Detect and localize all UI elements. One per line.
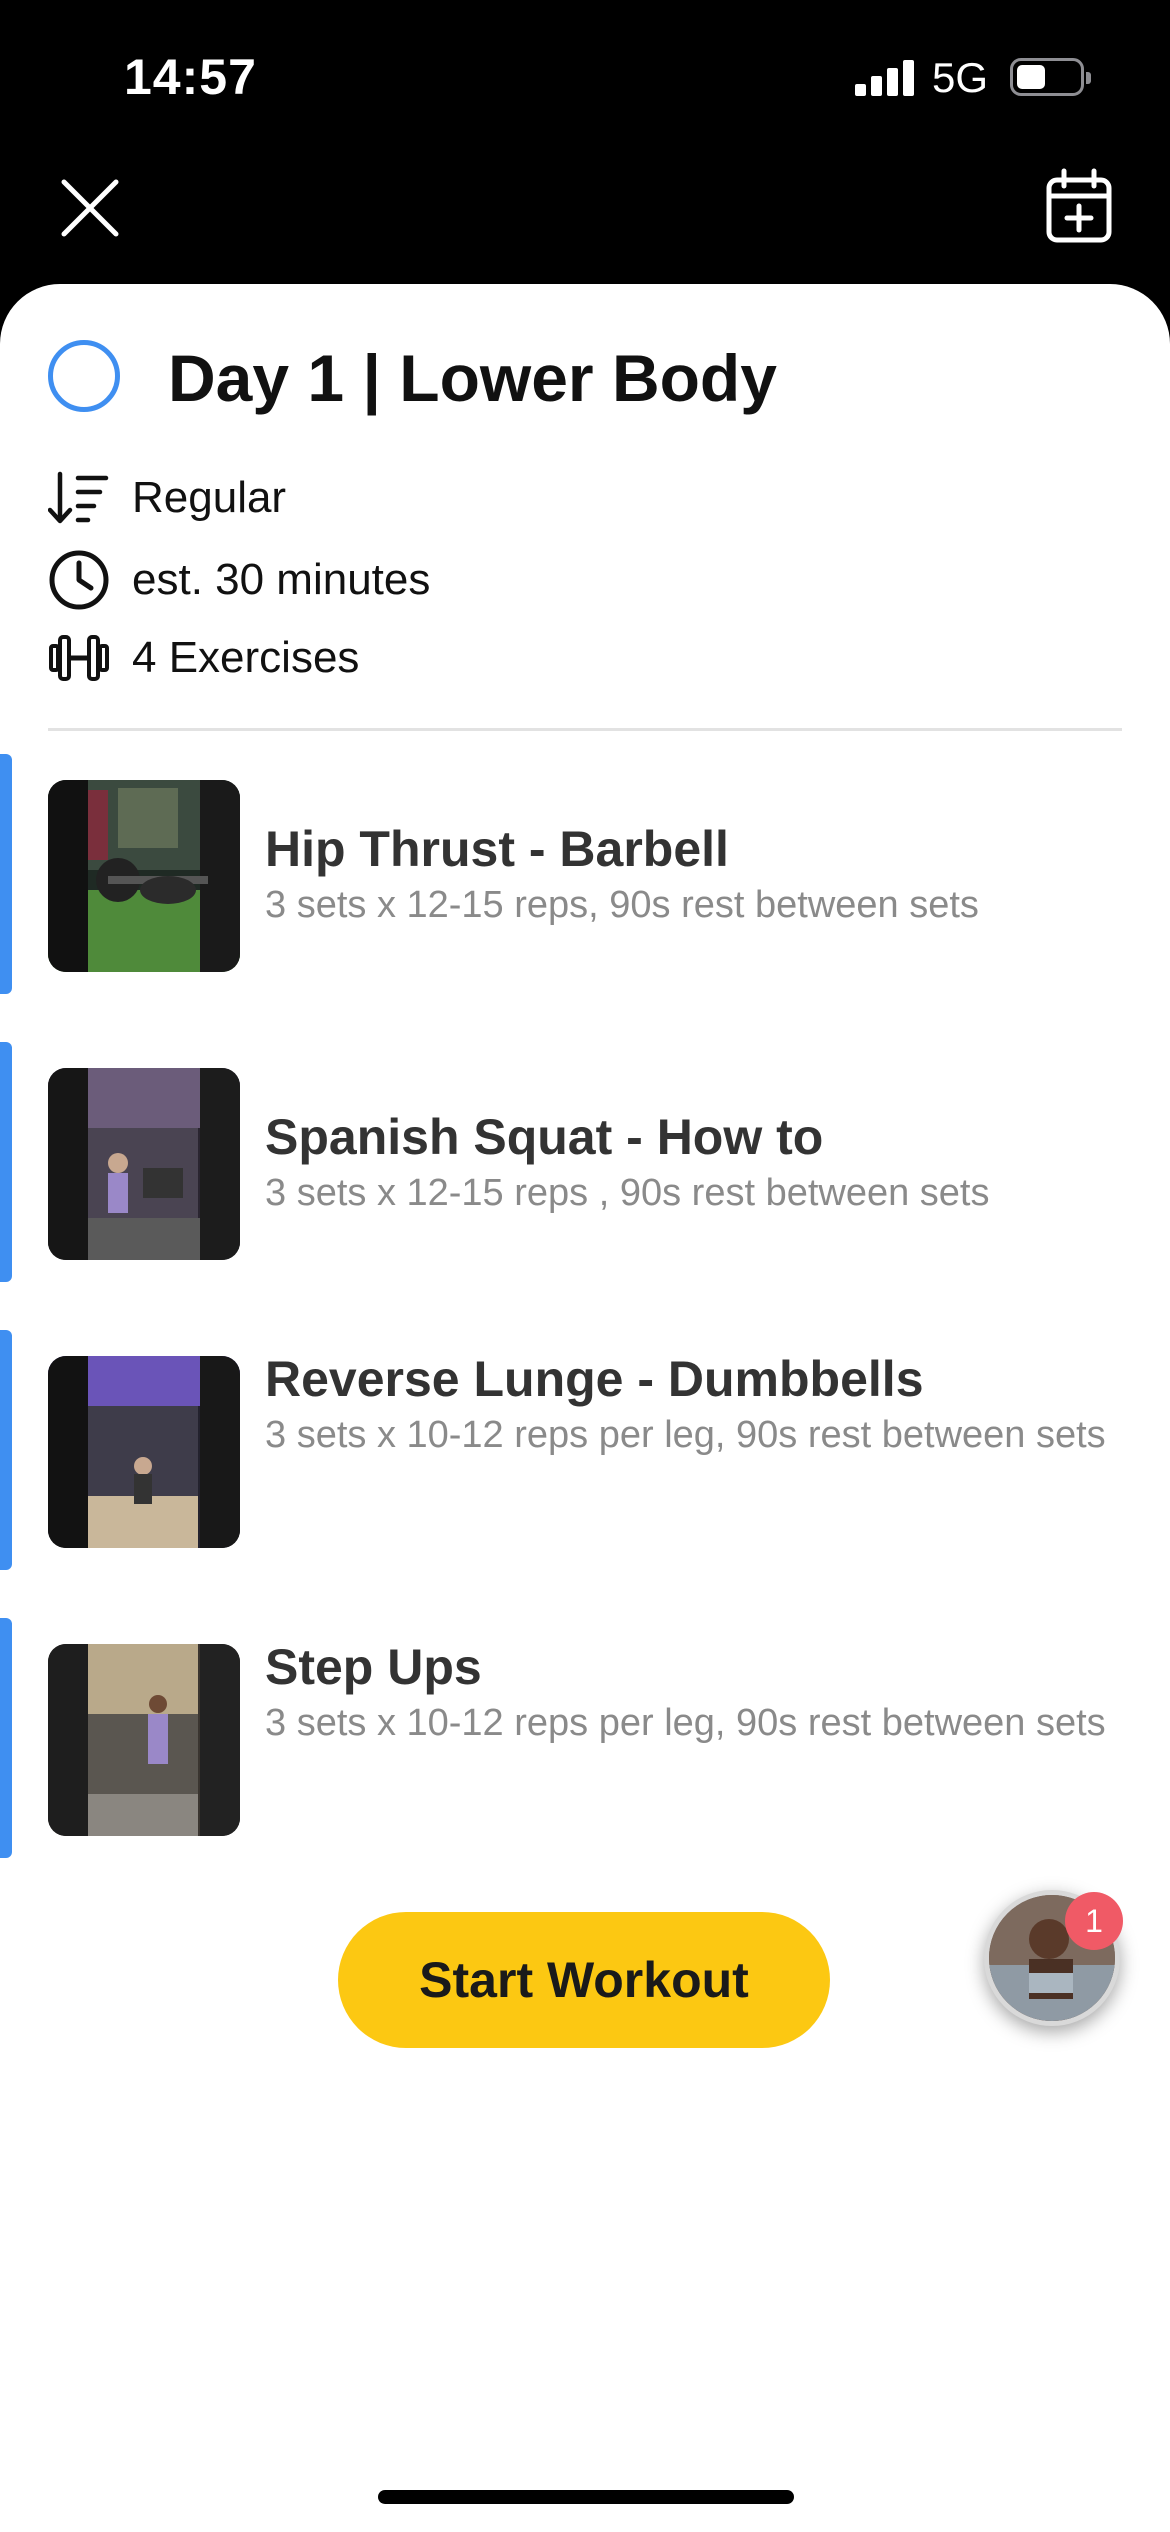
notification-badge: 1 xyxy=(1065,1892,1123,1950)
divider xyxy=(48,728,1122,731)
status-bar: 14:57 5G xyxy=(0,0,1170,150)
exercise-thumbnail xyxy=(48,1068,240,1260)
add-to-calendar-button[interactable] xyxy=(1044,168,1114,246)
home-indicator xyxy=(378,2490,794,2504)
status-time: 14:57 xyxy=(124,49,257,105)
exercise-item-reverse-lunge[interactable]: Reverse Lunge - Dumbbells 3 sets x 10-12… xyxy=(0,1330,1170,1570)
workout-type-row: Regular xyxy=(48,466,286,530)
signal-icon xyxy=(855,60,915,96)
exercise-name: Spanish Squat - How to xyxy=(265,1109,824,1165)
exercise-detail: 3 sets x 10-12 reps per leg, 90s rest be… xyxy=(265,1414,1106,1456)
exercise-name: Step Ups xyxy=(265,1639,482,1695)
dumbbell-icon xyxy=(48,627,110,689)
exercise-thumbnail xyxy=(48,1356,240,1548)
close-button[interactable] xyxy=(58,176,122,240)
network-label: 5G xyxy=(932,54,989,101)
exercise-detail: 3 sets x 12-15 reps , 90s rest between s… xyxy=(265,1172,990,1214)
exercise-accent-bar xyxy=(0,754,12,994)
battery-icon xyxy=(1010,58,1091,96)
sort-down-icon xyxy=(48,467,110,529)
workout-type-label: Regular xyxy=(132,473,287,522)
exercise-detail: 3 sets x 12-15 reps, 90s rest between se… xyxy=(265,884,979,926)
exercise-count-row: 4 Exercises xyxy=(48,626,359,690)
workout-sheet: Day 1 | Lower Body Regular est. 30 minut… xyxy=(0,284,1170,2532)
exercise-item-step-ups[interactable]: Step Ups 3 sets x 10-12 reps per leg, 90… xyxy=(0,1618,1170,1858)
clock-icon xyxy=(48,549,110,611)
exercise-count-label: 4 Exercises xyxy=(132,633,360,682)
exercise-thumbnail xyxy=(48,780,240,972)
exercise-name: Reverse Lunge - Dumbbells xyxy=(265,1351,924,1407)
workout-title: Day 1 | Lower Body xyxy=(168,341,777,415)
exercise-accent-bar xyxy=(0,1618,12,1858)
exercise-thumbnail xyxy=(48,1644,240,1836)
close-icon xyxy=(61,179,119,237)
exercise-item-hip-thrust[interactable]: Hip Thrust - Barbell 3 sets x 12-15 reps… xyxy=(0,754,1170,994)
workout-duration-row: est. 30 minutes xyxy=(48,548,430,612)
calendar-add-icon xyxy=(1046,168,1112,243)
complete-workout-checkbox[interactable] xyxy=(48,340,120,412)
exercise-accent-bar xyxy=(0,1042,12,1282)
exercise-item-spanish-squat[interactable]: Spanish Squat - How to 3 sets x 12-15 re… xyxy=(0,1042,1170,1282)
start-workout-button[interactable]: Start Workout xyxy=(338,1912,830,2048)
exercise-detail: 3 sets x 10-12 reps per leg, 90s rest be… xyxy=(265,1702,1106,1744)
exercise-name: Hip Thrust - Barbell xyxy=(265,821,729,877)
exercise-accent-bar xyxy=(0,1330,12,1570)
workout-duration-label: est. 30 minutes xyxy=(132,555,431,604)
